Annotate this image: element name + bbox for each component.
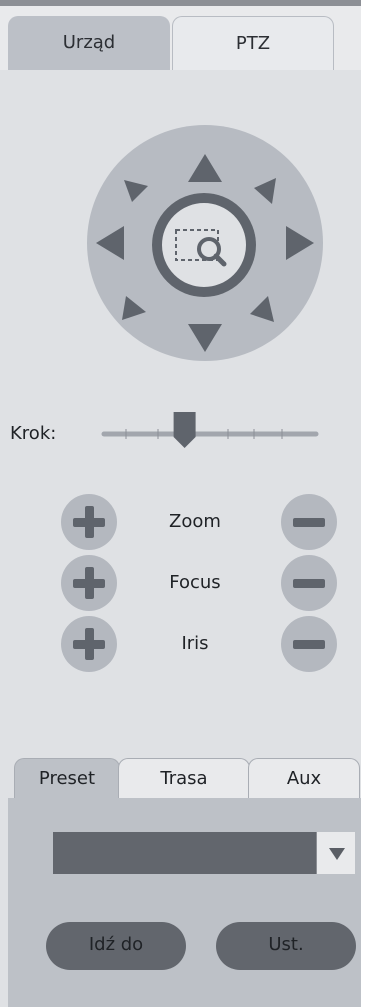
zoom-row: Zoom: [0, 494, 361, 554]
minus-icon: [293, 579, 325, 588]
set-preset-button[interactable]: Ust.: [216, 922, 356, 970]
window-right-edge: [361, 0, 377, 1007]
iris-open-button[interactable]: [61, 616, 117, 672]
iris-label: Iris: [181, 633, 209, 654]
tab-preset[interactable]: Preset: [14, 758, 120, 801]
zoom-out-button[interactable]: [281, 494, 337, 550]
preset-panel: [8, 798, 361, 1007]
zoom-area-icon[interactable]: [152, 193, 256, 297]
focus-out-button[interactable]: [281, 555, 337, 611]
focus-in-button[interactable]: [61, 555, 117, 611]
preset-select[interactable]: [53, 832, 355, 874]
iris-row: Iris: [0, 616, 361, 676]
minus-icon: [293, 640, 325, 649]
iris-close-button[interactable]: [281, 616, 337, 672]
tab-aux[interactable]: Aux: [248, 758, 360, 801]
step-slider-thumb[interactable]: [173, 412, 196, 448]
focus-label: Focus: [169, 572, 221, 593]
go-to-preset-button[interactable]: Idź do: [46, 922, 186, 970]
tab-trasa[interactable]: Trasa: [118, 758, 250, 801]
zoom-in-button[interactable]: [61, 494, 117, 550]
dropdown-arrow-icon[interactable]: [316, 832, 355, 874]
zoom-label: Zoom: [169, 511, 221, 532]
minus-icon: [293, 518, 325, 527]
step-label: Krok:: [10, 423, 57, 444]
focus-row: Focus: [0, 555, 361, 615]
step-slider[interactable]: [101, 412, 319, 448]
